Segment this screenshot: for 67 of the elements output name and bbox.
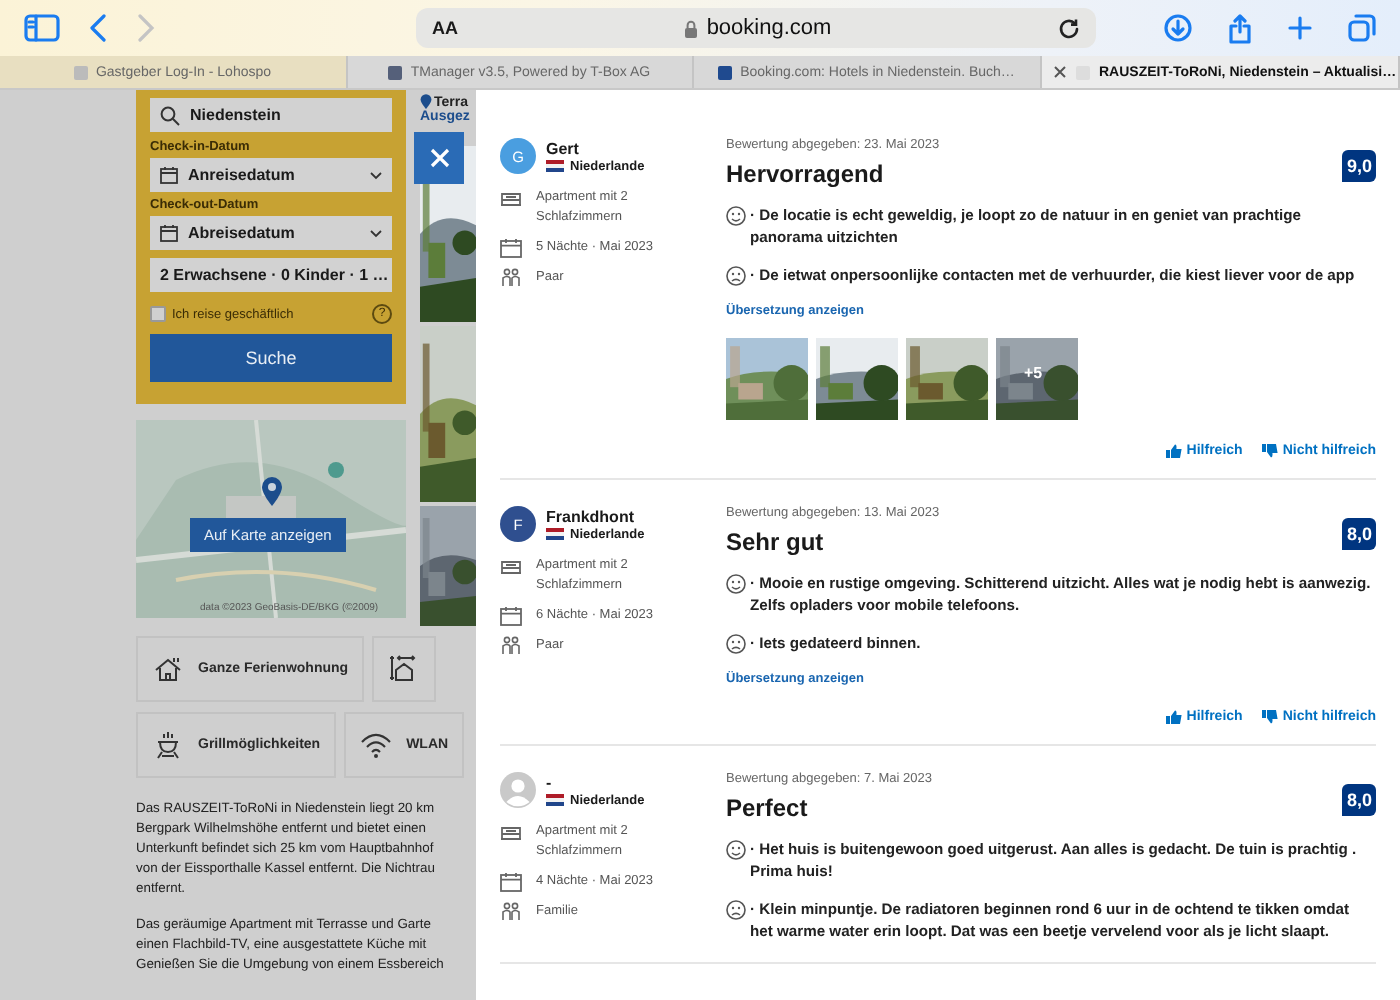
close-icon — [429, 148, 449, 168]
smiley-icon — [726, 840, 746, 860]
select-field[interactable]: Abreisedatum — [150, 216, 392, 250]
room-size-icon — [388, 654, 421, 684]
calendar-icon — [160, 166, 178, 184]
sidebar-icon[interactable] — [24, 14, 60, 42]
review-title: Hervorragend — [726, 160, 886, 188]
flag-icon — [546, 794, 564, 806]
select-field[interactable]: 2 Erwachsene · 0 Kinder · 1 … — [150, 258, 392, 292]
reviewer-name: - — [546, 773, 554, 791]
score-badge: 8,0 — [1342, 518, 1376, 550]
bed-icon — [500, 556, 522, 576]
smiley-icon — [726, 206, 746, 226]
close-tab-icon[interactable] — [1053, 66, 1065, 78]
smiley-icon — [726, 574, 746, 594]
back-icon[interactable] — [88, 14, 108, 42]
more-photos-count[interactable]: +5 — [1024, 364, 1043, 382]
thumbs-up-icon — [1166, 710, 1183, 724]
text-size-button[interactable]: AA — [432, 18, 458, 38]
reviewer-name: Gert — [546, 139, 581, 157]
reload-icon[interactable] — [1058, 17, 1080, 39]
house-icon — [152, 654, 184, 684]
search-button[interactable]: Suche — [150, 334, 392, 382]
thumbs-down-icon — [1262, 444, 1279, 458]
flag-icon — [546, 160, 564, 172]
share-icon[interactable] — [1228, 13, 1252, 43]
site-icon — [388, 65, 403, 79]
thumbs-up-icon — [1166, 444, 1183, 458]
calendar-icon — [500, 238, 522, 258]
lock-icon — [684, 19, 699, 37]
grill-icon — [152, 730, 184, 760]
flag-icon — [546, 528, 564, 540]
address-bar[interactable]: AA booking.com — [416, 8, 1096, 48]
avatar-icon — [500, 772, 536, 808]
select-field[interactable]: Anreisedatum — [150, 158, 392, 192]
calendar-icon — [500, 872, 522, 892]
people-icon — [500, 902, 522, 922]
frown-icon — [726, 266, 746, 286]
thumbs-down-icon — [1262, 710, 1279, 724]
people-icon — [500, 268, 522, 288]
score-badge: 9,0 — [1342, 150, 1376, 182]
search-icon — [160, 105, 180, 125]
calendar-icon — [160, 224, 178, 242]
reviewer-name: Frankdhont — [546, 507, 636, 525]
new-tab-icon[interactable] — [1288, 16, 1312, 40]
frown-icon — [726, 900, 746, 920]
review-title: Sehr gut — [726, 528, 826, 556]
destination-field[interactable]: Niedenstein — [150, 98, 392, 132]
score-badge: 8,0 — [1342, 784, 1376, 816]
chevron-icon — [370, 229, 382, 237]
checkbox[interactable] — [150, 306, 166, 322]
calendar-icon — [500, 606, 522, 626]
site-icon — [73, 65, 88, 79]
chevron-icon — [370, 171, 382, 179]
location-pin-icon — [420, 94, 432, 110]
wifi-icon — [360, 730, 393, 760]
bed-icon — [500, 822, 522, 842]
site-icon — [718, 65, 733, 79]
frown-icon — [726, 634, 746, 654]
bed-icon — [500, 188, 522, 208]
tabs-icon[interactable] — [1348, 14, 1376, 42]
url-text: booking.com — [706, 16, 832, 40]
download-icon[interactable] — [1164, 14, 1192, 42]
review-title: Perfect — [726, 794, 810, 822]
people-icon — [500, 636, 522, 656]
map-pin-icon[interactable] — [260, 476, 284, 508]
close-button[interactable] — [414, 132, 464, 184]
